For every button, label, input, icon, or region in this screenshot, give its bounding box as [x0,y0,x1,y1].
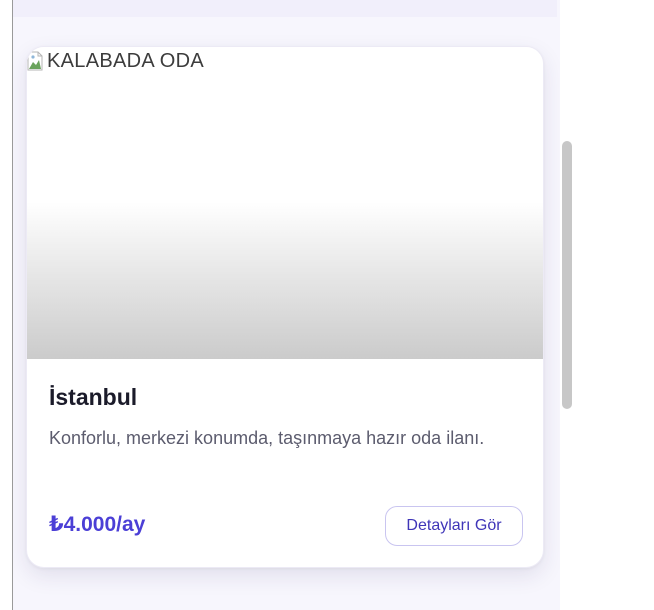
listing-card: KALABADA ODA İstanbul Konforlu, merkezi … [26,46,544,568]
scrollbar-thumb[interactable] [562,141,572,409]
broken-image-icon [27,51,43,71]
listing-city-title: İstanbul [49,384,138,410]
view-details-button[interactable]: Detayları Gör [385,506,523,546]
previous-card-edge [13,0,557,17]
listing-price: ₺4.000/ay [49,513,146,536]
listing-image-alt-text: KALABADA ODA [47,50,204,72]
listing-description: Konforlu, merkezi konumda, taşınmaya haz… [49,428,485,448]
listings-scroll-area: KALABADA ODA İstanbul Konforlu, merkezi … [12,0,572,610]
listing-image: KALABADA ODA [27,47,543,359]
broken-image-placeholder: KALABADA ODA [27,49,204,73]
